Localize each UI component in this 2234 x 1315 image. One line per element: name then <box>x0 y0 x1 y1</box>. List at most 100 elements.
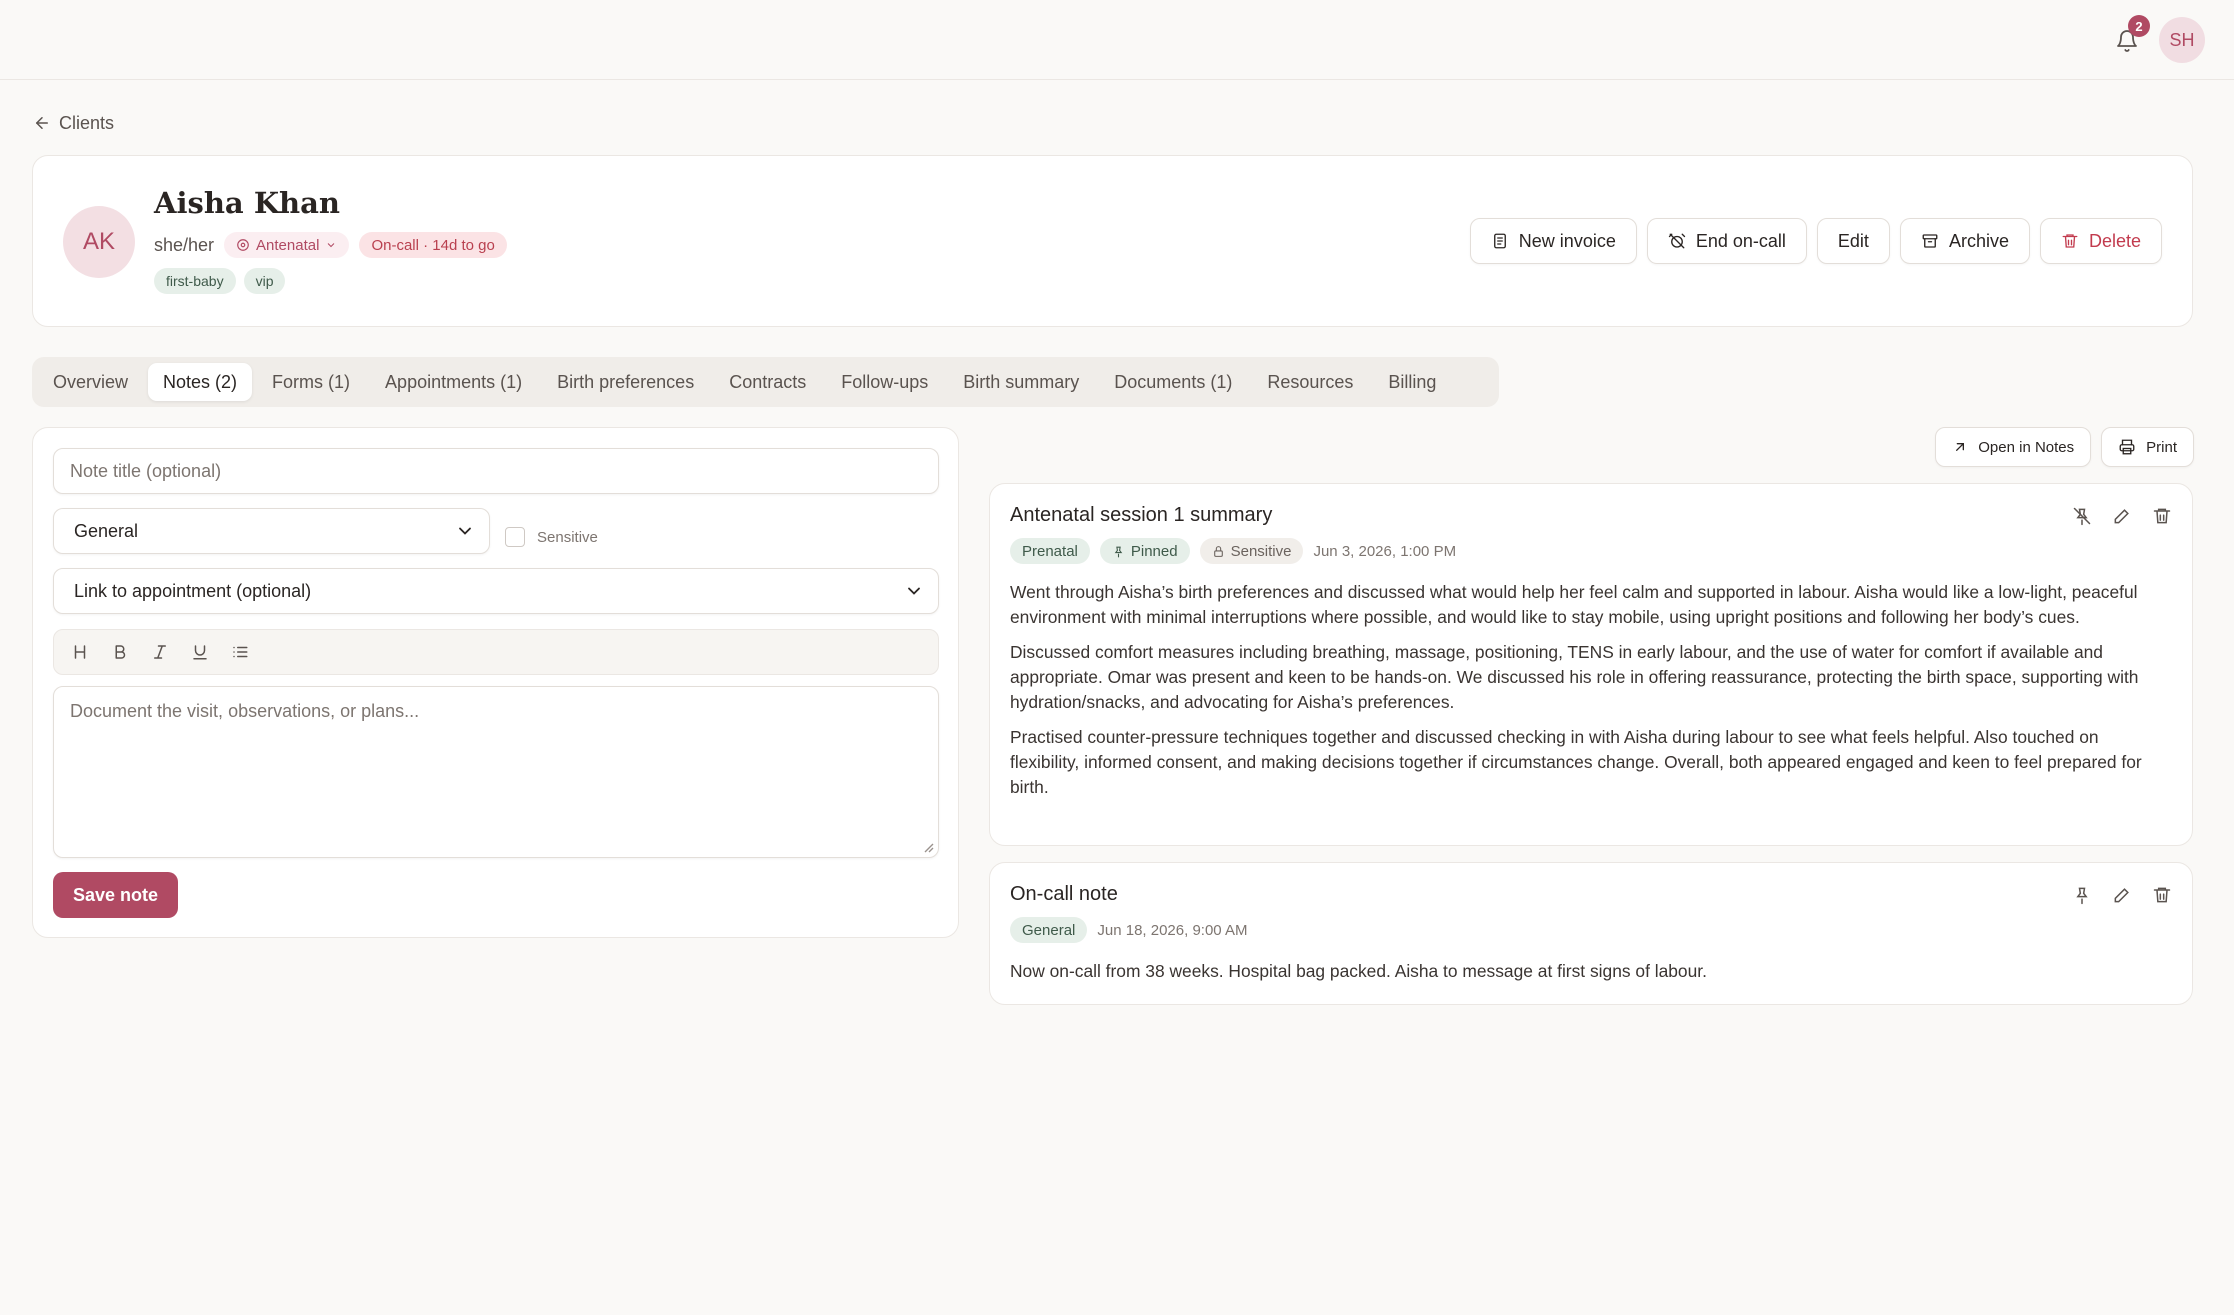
bold-icon[interactable] <box>108 640 132 664</box>
client-name: Aisha Khan <box>154 186 340 220</box>
end-oncall-label: End on-call <box>1695 230 1786 251</box>
tab-appointments[interactable]: Appointments (1) <box>370 363 537 401</box>
tag-first-baby: first-baby <box>154 268 236 294</box>
editor-toolbar <box>53 629 939 675</box>
note-paragraph: Practised counter-pressure techniques to… <box>1010 727 2142 797</box>
note-timestamp: Jun 3, 2026, 1:00 PM <box>1313 542 1457 560</box>
trash-icon[interactable] <box>2150 883 2174 907</box>
client-avatar: AK <box>63 206 135 278</box>
note-paragraph: Now on-call from 38 weeks. Hospital bag … <box>1010 961 1707 981</box>
archive-button[interactable]: Archive <box>1899 218 2030 264</box>
print-label: Print <box>2146 438 2177 456</box>
archive-icon <box>1921 232 1939 250</box>
lock-icon <box>1212 545 1225 558</box>
note-title: Antenatal session 1 summary <box>1010 504 1273 526</box>
note-paragraph: Went through Aisha’s birth preferences a… <box>1010 582 2138 627</box>
note-card: Antenatal session 1 summary Prenatal Pin… <box>989 483 2193 846</box>
delete-label: Delete <box>2088 230 2141 251</box>
tag-vip: vip <box>243 268 286 294</box>
pin-icon <box>1112 545 1125 558</box>
print-button[interactable]: Print <box>2101 427 2194 467</box>
category-value: General <box>74 520 139 541</box>
end-oncall-button[interactable]: End on-call <box>1646 218 1807 264</box>
chevron-down-icon <box>455 521 475 541</box>
note-title: On-call note <box>1010 883 1118 905</box>
italic-icon[interactable] <box>148 640 172 664</box>
client-tags: first-baby vip <box>154 268 286 294</box>
chevron-down-icon <box>325 239 337 251</box>
back-to-clients-link[interactable]: Clients <box>33 110 114 136</box>
trash-icon <box>2061 232 2079 250</box>
oncall-status-badge: On-call · 14d to go <box>359 232 507 258</box>
sensitive-checkbox-wrap[interactable]: Sensitive <box>505 527 598 547</box>
client-actions: New invoice End on-call Edit Archive Del… <box>1469 218 2162 264</box>
pin-icon[interactable] <box>2070 883 2094 907</box>
save-note-button[interactable]: Save note <box>53 872 179 918</box>
category-badge: General <box>1010 917 1088 943</box>
new-invoice-label: New invoice <box>1518 230 1616 251</box>
trash-icon[interactable] <box>2150 504 2174 528</box>
tab-follow-ups[interactable]: Follow-ups <box>826 363 943 401</box>
note-title-input[interactable]: Note title (optional) <box>53 448 939 494</box>
note-category-select[interactable]: General <box>53 508 490 554</box>
back-link-label: Clients <box>59 112 115 133</box>
sensitive-badge: Sensitive <box>1199 538 1304 564</box>
open-in-notes-label: Open in Notes <box>1978 438 2075 456</box>
printer-icon <box>2118 438 2136 456</box>
sensitive-label: Sensitive <box>537 528 598 546</box>
tab-resources[interactable]: Resources <box>1252 363 1368 401</box>
pinned-badge: Pinned <box>1099 538 1190 564</box>
notification-count-badge: 2 <box>2128 15 2150 37</box>
top-bar: 2 SH <box>0 0 2234 80</box>
client-pronouns: she/her <box>154 234 215 255</box>
tab-billing[interactable]: Billing <box>1373 363 1451 401</box>
stage-label: Antenatal <box>256 236 320 254</box>
note-meta: General Jun 18, 2026, 9:00 AM <box>1010 917 1248 943</box>
note-card: On-call note General Jun 18, 2026, 9:00 … <box>989 862 2193 1005</box>
unpin-icon[interactable] <box>2070 504 2094 528</box>
tab-forms[interactable]: Forms (1) <box>257 363 365 401</box>
client-tabs: Overview Notes (2) Forms (1) Appointment… <box>32 357 1499 407</box>
edit-pencil-icon[interactable] <box>2110 504 2134 528</box>
tab-birth-summary[interactable]: Birth summary <box>948 363 1094 401</box>
note-body-placeholder: Document the visit, observations, or pla… <box>70 701 420 721</box>
sensitive-badge-label: Sensitive <box>1230 542 1292 560</box>
pinned-label: Pinned <box>1130 542 1178 560</box>
note-body: Now on-call from 38 weeks. Hospital bag … <box>1010 959 2162 994</box>
notes-actions: Open in Notes Print <box>1935 427 2194 467</box>
tab-overview[interactable]: Overview <box>38 363 143 401</box>
new-invoice-button[interactable]: New invoice <box>1469 218 1637 264</box>
heading-icon[interactable] <box>68 640 92 664</box>
target-icon <box>236 238 250 252</box>
delete-button[interactable]: Delete <box>2039 218 2162 264</box>
alarm-off-icon <box>1668 232 1686 250</box>
new-note-form: Note title (optional) General Sensitive … <box>32 427 959 938</box>
invoice-icon <box>1491 232 1509 250</box>
appointment-link-select[interactable]: Link to appointment (optional) <box>53 568 939 614</box>
stage-dropdown[interactable]: Antenatal <box>224 232 350 258</box>
client-meta-row: she/her Antenatal On-call · 14d to go <box>154 232 507 258</box>
note-body: Went through Aisha’s birth preferences a… <box>1010 580 2162 810</box>
tab-documents[interactable]: Documents (1) <box>1099 363 1247 401</box>
sensitive-checkbox[interactable] <box>505 527 525 547</box>
note-body-textarea[interactable]: Document the visit, observations, or pla… <box>53 686 939 858</box>
edit-pencil-icon[interactable] <box>2110 883 2134 907</box>
resize-handle-icon[interactable] <box>922 841 934 853</box>
appointment-value: Link to appointment (optional) <box>74 580 312 601</box>
edit-button[interactable]: Edit <box>1816 218 1890 264</box>
tab-notes[interactable]: Notes (2) <box>148 363 253 401</box>
client-header-card: AK Aisha Khan she/her Antenatal On-call … <box>32 155 2193 327</box>
note-paragraph: Discussed comfort measures including bre… <box>1010 642 2139 712</box>
underline-icon[interactable] <box>188 640 212 664</box>
bullet-list-icon[interactable] <box>228 640 252 664</box>
note-meta: Prenatal Pinned Sensitive Jun 3, 2026, 1… <box>1010 538 1456 564</box>
open-in-notes-button[interactable]: Open in Notes <box>1935 427 2092 467</box>
archive-label: Archive <box>1948 230 2009 251</box>
chevron-down-icon <box>904 581 924 601</box>
note-actions <box>2070 504 2174 528</box>
note-timestamp: Jun 18, 2026, 9:00 AM <box>1097 921 1248 939</box>
user-avatar[interactable]: SH <box>2159 17 2205 63</box>
tab-birth-preferences[interactable]: Birth preferences <box>542 363 709 401</box>
category-badge: Prenatal <box>1010 538 1090 564</box>
tab-contracts[interactable]: Contracts <box>714 363 821 401</box>
